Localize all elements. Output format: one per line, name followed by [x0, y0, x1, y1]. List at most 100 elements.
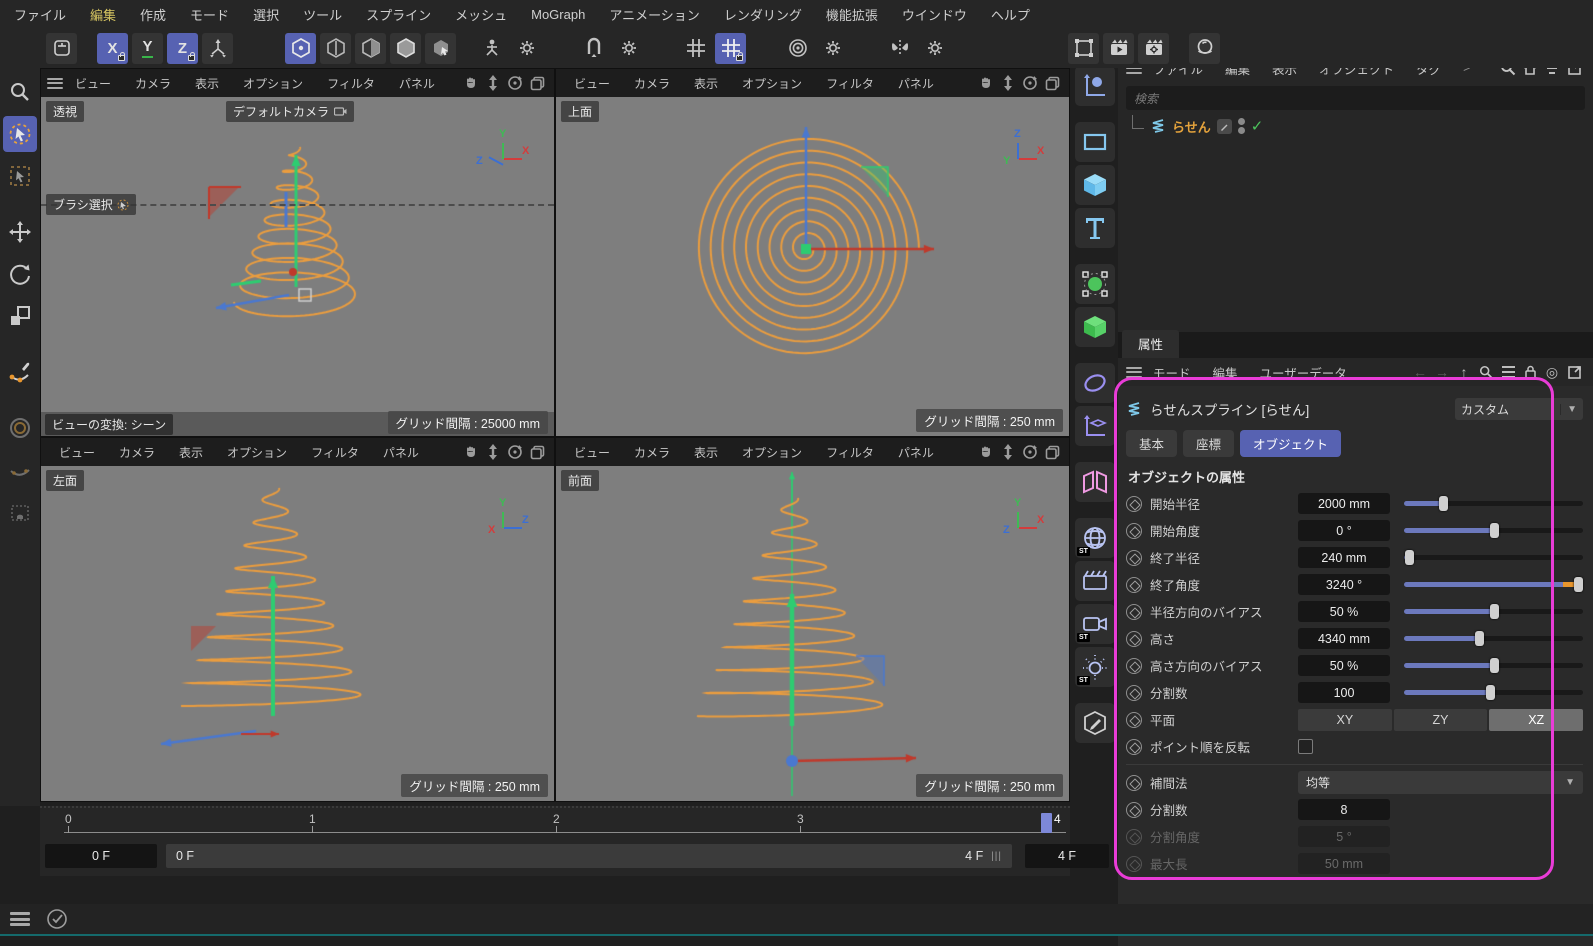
menu-create[interactable]: 作成	[140, 5, 166, 24]
vp-menu-view[interactable]: ビュー	[562, 75, 622, 92]
rotate-view-icon[interactable]	[1019, 72, 1041, 94]
vp-menu-display[interactable]: 表示	[682, 75, 730, 92]
find-icon[interactable]	[1475, 361, 1497, 383]
snap-settings-gear-icon[interactable]	[613, 33, 644, 64]
render-region-button[interactable]	[1068, 33, 1099, 64]
am-menu-icon[interactable]	[1126, 367, 1142, 378]
plane-xz-button[interactable]: XZ	[1489, 709, 1583, 731]
scale-tool[interactable]	[3, 298, 37, 334]
tab-basic[interactable]: 基本	[1126, 430, 1177, 457]
quantize-grid-lock-button[interactable]	[715, 33, 746, 64]
spline-arc-tool[interactable]	[3, 494, 37, 530]
vp-menu-camera[interactable]: カメラ	[123, 75, 183, 92]
render-settings-button[interactable]	[1138, 33, 1169, 64]
subdivision-surface-icon[interactable]	[1075, 363, 1115, 403]
vp-menu-panel[interactable]: パネル	[371, 444, 431, 461]
keyframe-icon[interactable]	[1126, 577, 1142, 593]
menu-window[interactable]: ウインドウ	[902, 5, 967, 24]
instance-icon[interactable]	[1075, 406, 1115, 446]
grid-button[interactable]	[680, 33, 711, 64]
rotate-view-icon[interactable]	[1019, 441, 1041, 463]
new-material-button[interactable]	[1189, 33, 1220, 64]
vp-menu-options[interactable]: オプション	[231, 75, 315, 92]
plane-zy-button[interactable]: ZY	[1394, 709, 1488, 731]
end-angle-slider[interactable]	[1404, 574, 1583, 595]
history-palette-button[interactable]	[46, 33, 77, 64]
menu-extensions[interactable]: 機能拡張	[826, 5, 878, 24]
keyframe-icon[interactable]	[1126, 496, 1142, 512]
workplane-button[interactable]	[476, 33, 507, 64]
viewport-top-canvas[interactable]: 上面 Z X Y グリッド間隔 : 250 mm	[556, 97, 1069, 436]
camera-object-icon[interactable]: ST	[1075, 604, 1115, 644]
menu-mode[interactable]: モード	[190, 5, 229, 24]
viewport-label[interactable]: 前面	[561, 470, 599, 491]
rotate-view-icon[interactable]	[504, 441, 526, 463]
radial-bias-slider[interactable]	[1404, 601, 1583, 622]
track-icon[interactable]: ◎	[1541, 361, 1563, 383]
camera-label-chip[interactable]: デフォルトカメラ	[226, 101, 354, 122]
height-bias-field[interactable]: 50 %	[1298, 655, 1390, 676]
viewport-search-button[interactable]	[3, 74, 37, 110]
menu-file[interactable]: ファイル	[14, 5, 66, 24]
viewport-label[interactable]: 上面	[561, 101, 599, 122]
move-tool[interactable]	[3, 214, 37, 250]
end-radius-slider[interactable]	[1404, 547, 1583, 568]
vp-menu-view[interactable]: ビュー	[63, 75, 123, 92]
object-search-input[interactable]: 検索	[1126, 86, 1585, 110]
keyframe-icon[interactable]	[1126, 658, 1142, 674]
zoom-icon[interactable]	[482, 441, 504, 463]
tab-attributes[interactable]: 属性	[1122, 330, 1179, 358]
vp-menu-filter[interactable]: フィルタ	[299, 444, 371, 461]
vp-menu-panel[interactable]: パネル	[886, 75, 946, 92]
object-tree-row-helix[interactable]: らせん ✓	[1132, 114, 1593, 138]
menu-tools[interactable]: ツール	[303, 5, 342, 24]
light-object-icon[interactable]: ST	[1075, 647, 1115, 687]
radial-bias-field[interactable]: 50 %	[1298, 601, 1390, 622]
viewport-left-canvas[interactable]: 左面 Y Z X グリッド間隔 : 250 mm	[41, 466, 554, 801]
frame-range-slider[interactable]: 0 F 4 F |||	[166, 844, 1012, 868]
maximize-view-icon[interactable]	[1041, 72, 1063, 94]
viewport-label[interactable]: 左面	[46, 470, 84, 491]
end-radius-field[interactable]: 240 mm	[1298, 547, 1390, 568]
keyframe-icon[interactable]	[1126, 604, 1142, 620]
live-selection-tool[interactable]	[3, 116, 37, 152]
menu-animation[interactable]: アニメーション	[609, 5, 699, 24]
status-menu-icon[interactable]	[10, 912, 30, 926]
pan-hand-icon[interactable]	[975, 72, 997, 94]
symmetry-mirror-button[interactable]	[884, 33, 915, 64]
keyframe-icon[interactable]	[1126, 775, 1142, 791]
polygon-mode-button[interactable]	[390, 33, 421, 64]
pan-hand-icon[interactable]	[975, 441, 997, 463]
spline-smooth-tool[interactable]	[3, 452, 37, 488]
vp-menu-filter[interactable]: フィルタ	[814, 444, 886, 461]
start-radius-slider[interactable]	[1404, 493, 1583, 514]
up-arrow-icon[interactable]: ↑	[1453, 361, 1475, 383]
enable-checkmark[interactable]: ✓	[1251, 117, 1264, 135]
lock-z-axis-button[interactable]: Z	[167, 33, 198, 64]
viewport-left[interactable]: ビュー カメラ 表示 オプション フィルタ パネル 左面 Y Z X グリッド間…	[41, 438, 554, 801]
interpolation-dropdown[interactable]: 均等 ▼	[1298, 771, 1583, 794]
layer-toggle-icon[interactable]	[1217, 119, 1232, 134]
keyframe-icon[interactable]	[1126, 739, 1142, 755]
tweak-mode-button[interactable]	[425, 33, 456, 64]
preset-dropdown[interactable]: カスタム ▼	[1455, 398, 1583, 420]
menu-edit[interactable]: 編集	[90, 5, 116, 24]
tab-object[interactable]: オブジェクト	[1240, 430, 1341, 457]
end-frame-field[interactable]: 4 F	[1025, 844, 1109, 868]
timeline-ruler[interactable]: 0 1 2 3 4	[40, 810, 1070, 840]
am-menu-edit[interactable]: 編集	[1202, 363, 1249, 382]
keyframe-icon[interactable]	[1126, 685, 1142, 701]
vp-menu-camera[interactable]: カメラ	[107, 444, 167, 461]
viewport-perspective-canvas[interactable]: 透視 デフォルトカメラ ブラシ選択 Y X Z ビューの変換: シーン グリッド…	[41, 97, 554, 436]
vp-menu-panel[interactable]: パネル	[886, 444, 946, 461]
subdivision-field[interactable]: 100	[1298, 682, 1390, 703]
height-field[interactable]: 4340 mm	[1298, 628, 1390, 649]
rotate-tool[interactable]	[3, 256, 37, 292]
cloner-generator-icon[interactable]	[1075, 264, 1115, 304]
height-slider[interactable]	[1404, 628, 1583, 649]
vp-menu-display[interactable]: 表示	[682, 444, 730, 461]
fracture-generator-icon[interactable]	[1075, 307, 1115, 347]
rotate-view-icon[interactable]	[504, 72, 526, 94]
stage-object-icon[interactable]	[1075, 561, 1115, 601]
lock-x-axis-button[interactable]: X	[97, 33, 128, 64]
